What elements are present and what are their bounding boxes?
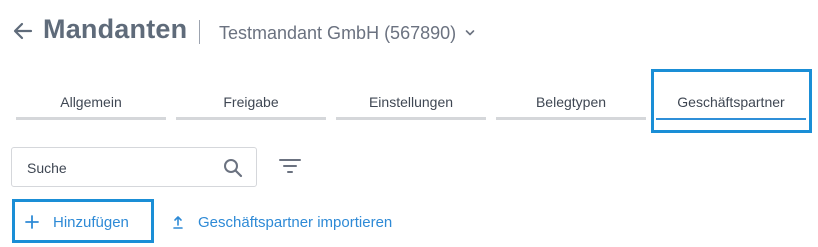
search-icon[interactable] [223,158,243,178]
page-title: Mandanten [43,14,188,44]
tab-label: Belegtypen [535,94,607,110]
plus-icon [25,215,39,229]
chevron-down-icon [465,30,475,36]
tab-allgemein[interactable]: Allgemein [16,90,166,122]
tab-highlight-frame [651,69,812,133]
back-arrow-icon[interactable] [12,20,34,42]
search-placeholder: Suche [27,160,67,176]
tab-underline [336,117,486,120]
import-partners-button[interactable]: Geschäftspartner importieren [172,210,392,234]
header-divider [199,20,200,44]
tab-underline [496,117,646,120]
add-button-label: Hinzufügen [53,213,129,231]
add-button[interactable]: Hinzufügen [25,210,129,234]
tab-underline [16,117,166,120]
filter-icon[interactable] [279,158,301,174]
import-button-label: Geschäftspartner importieren [198,213,393,231]
tab-einstellungen[interactable]: Einstellungen [336,90,486,122]
tab-label: Freigabe [223,94,279,110]
tab-freigabe[interactable]: Freigabe [176,90,326,122]
tab-underline [176,117,326,120]
tab-label: Einstellungen [368,94,454,110]
tenant-selector-label: Testmandant GmbH (567890) [219,22,457,43]
tab-belegtypen[interactable]: Belegtypen [496,90,646,122]
tab-label: Allgemein [60,94,122,110]
search-input[interactable]: Suche [11,147,257,187]
upload-icon [173,216,183,229]
tenant-selector[interactable]: Testmandant GmbH (567890) [219,20,475,46]
